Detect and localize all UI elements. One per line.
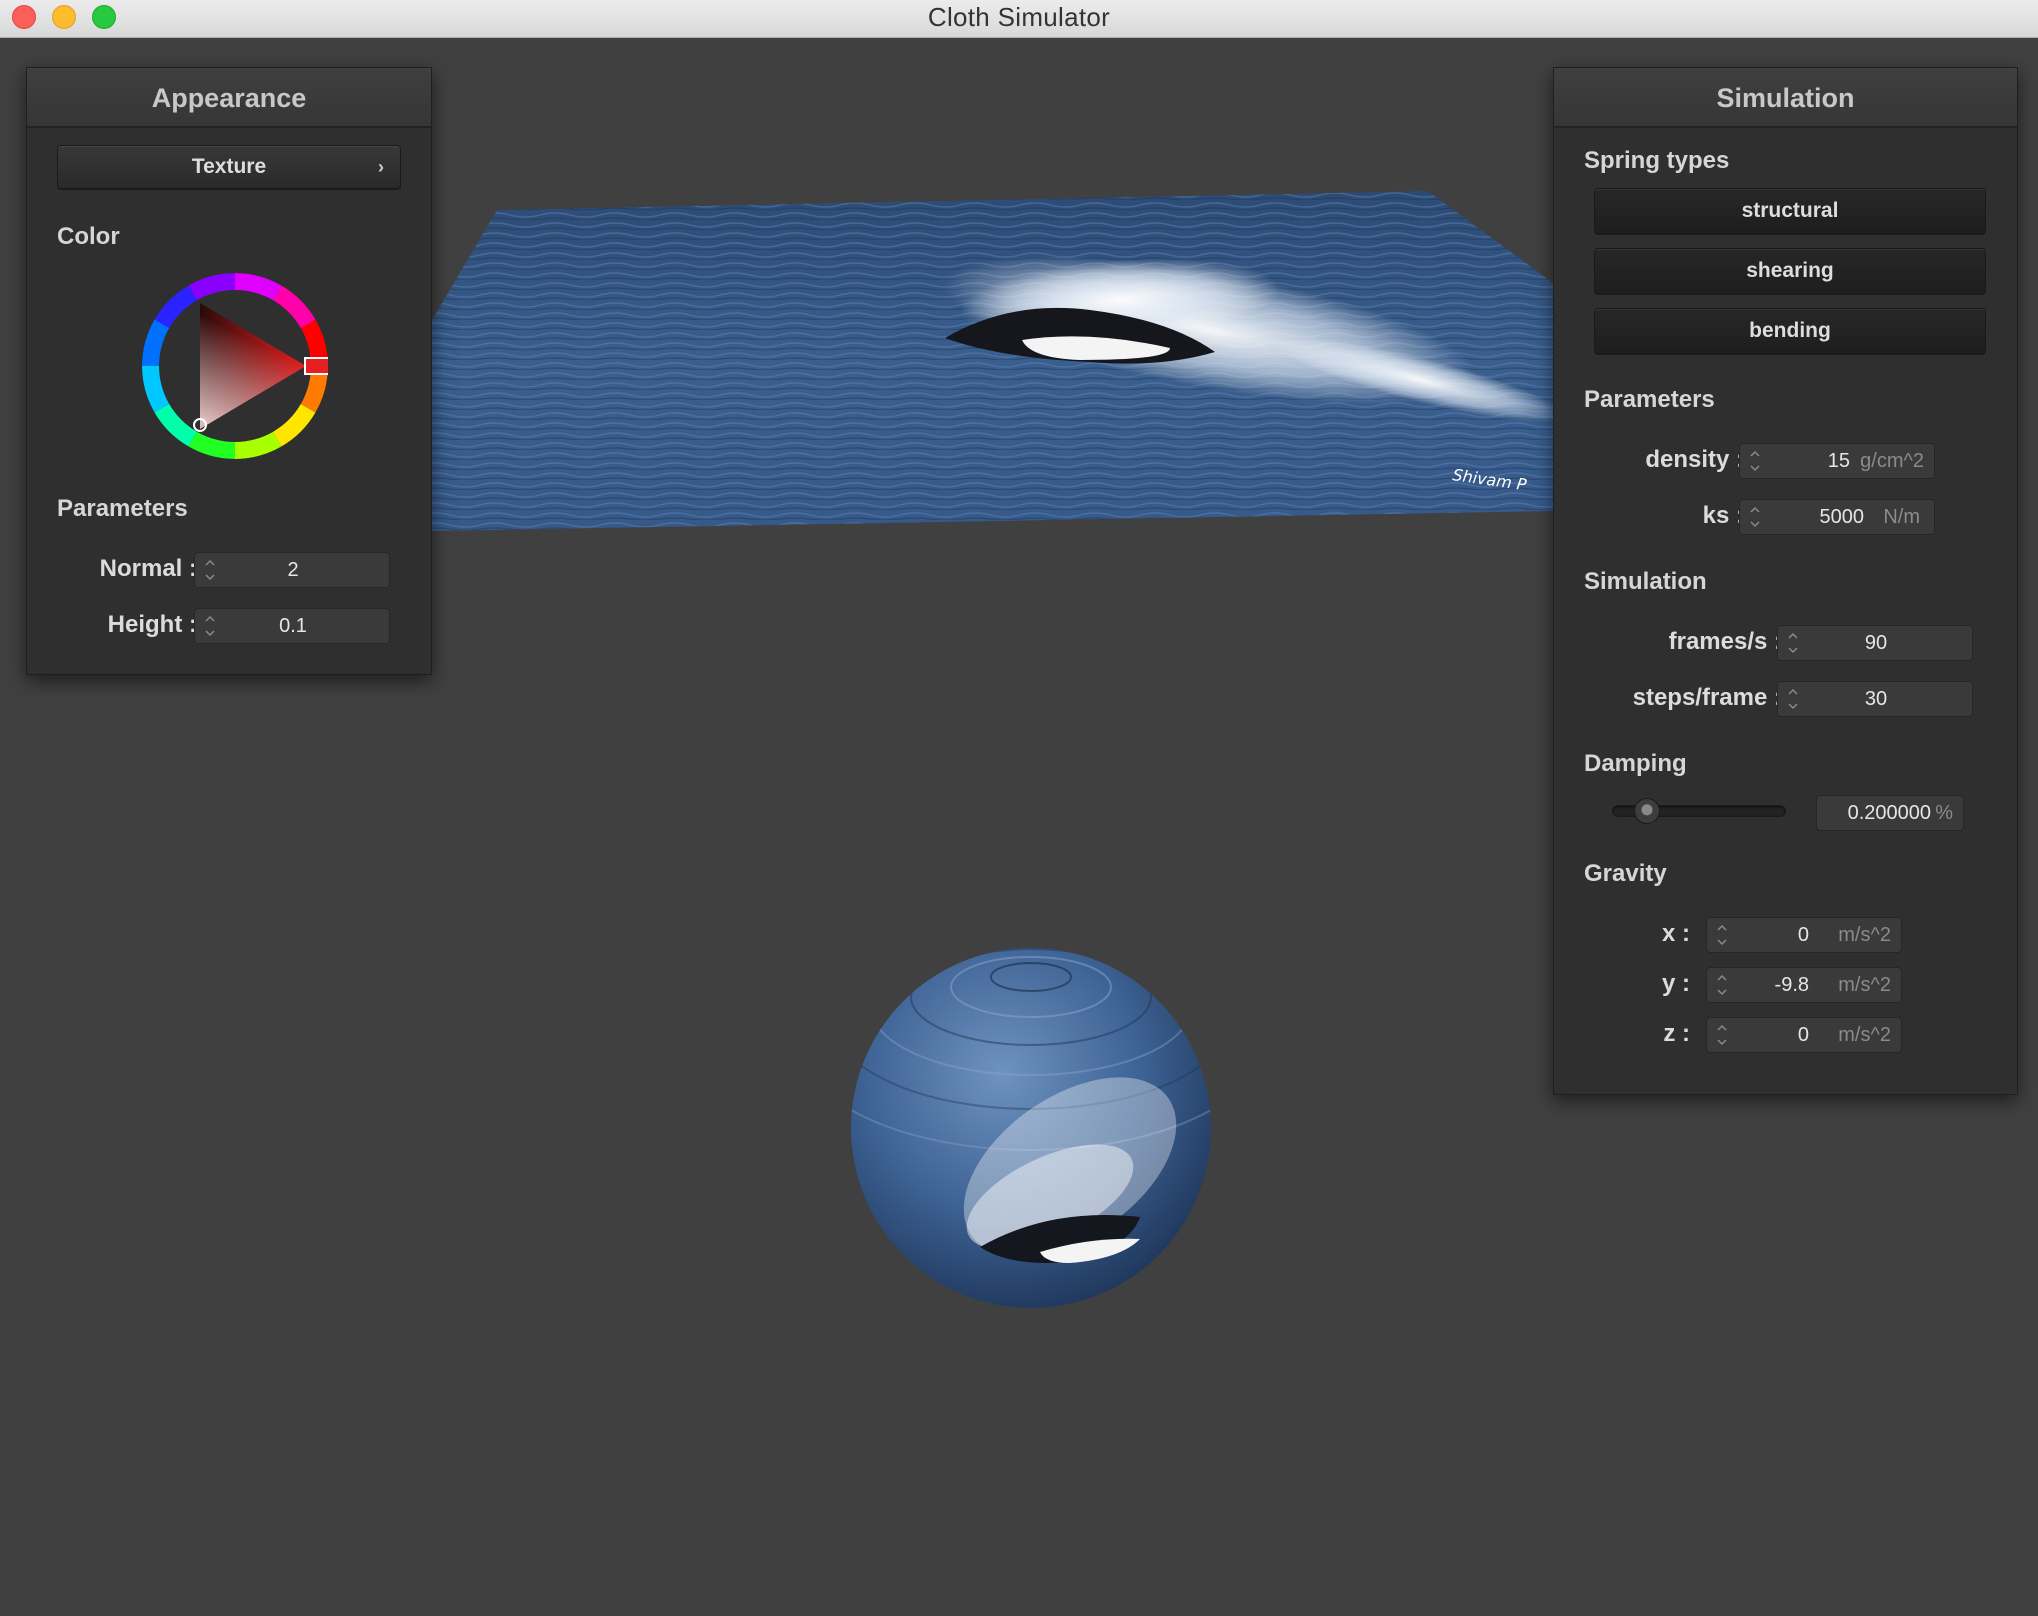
- simulation-section-label: Simulation: [1584, 568, 1707, 595]
- height-value: 0.1: [279, 615, 307, 637]
- gravity-y-label: y :: [1661, 970, 1690, 997]
- collision-sphere[interactable]: [850, 947, 1212, 1309]
- hue-selector[interactable]: [304, 357, 328, 375]
- spring-types-label: Spring types: [1584, 147, 1730, 174]
- fps-label: frames/s :: [1668, 628, 1782, 655]
- stepper-arrows-icon[interactable]: [1715, 921, 1729, 949]
- damping-value: 0.200000: [1847, 802, 1931, 824]
- fps-value: 90: [1864, 632, 1888, 654]
- gravity-z-label: z :: [1663, 1020, 1690, 1047]
- appearance-parameters-label: Parameters: [57, 495, 188, 522]
- ks-label: ks :: [1702, 502, 1744, 529]
- appearance-header[interactable]: Appearance: [27, 68, 431, 128]
- gravity-x-unit: m/s^2: [1838, 924, 1891, 946]
- gravity-label: Gravity: [1584, 860, 1667, 887]
- gravity-x-value: 0: [1797, 924, 1809, 946]
- gravity-y-spinbox[interactable]: -9.8 m/s^2: [1706, 967, 1902, 1003]
- simulation-panel: Simulation Spring types structural shear…: [1553, 67, 2018, 1095]
- simulation-header[interactable]: Simulation: [1554, 68, 2017, 128]
- gravity-z-unit: m/s^2: [1838, 1024, 1891, 1046]
- gravity-x-spinbox[interactable]: 0 m/s^2: [1706, 917, 1902, 953]
- window-title: Cloth Simulator: [927, 2, 1111, 32]
- ks-unit: N/m: [1883, 506, 1920, 528]
- ks-spinbox[interactable]: 5000 N/m: [1739, 499, 1935, 535]
- color-label: Color: [57, 223, 120, 250]
- damping-label: Damping: [1584, 750, 1687, 777]
- stepper-arrows-icon[interactable]: [1748, 447, 1762, 475]
- density-unit: g/cm^2: [1860, 450, 1924, 472]
- stepper-arrows-icon[interactable]: [1748, 503, 1762, 531]
- fps-spinbox[interactable]: 90: [1777, 625, 1973, 661]
- texture-button[interactable]: Texture ›: [57, 145, 401, 189]
- normal-spinbox[interactable]: 2: [194, 552, 390, 588]
- density-label: density :: [1645, 446, 1744, 473]
- appearance-panel: Appearance Texture › Color Parameters No…: [26, 67, 432, 675]
- steps-spinbox[interactable]: 30: [1777, 681, 1973, 717]
- gravity-y-value: -9.8: [1774, 974, 1809, 996]
- spring-structural-toggle[interactable]: structural: [1594, 188, 1986, 234]
- gravity-z-spinbox[interactable]: 0 m/s^2: [1706, 1017, 1902, 1053]
- texture-button-label: Texture: [191, 155, 267, 178]
- steps-label: steps/frame :: [1632, 684, 1782, 711]
- color-wheel[interactable]: [142, 273, 328, 459]
- normal-label: Normal :: [99, 555, 197, 582]
- steps-value: 30: [1864, 688, 1888, 710]
- gravity-x-label: x :: [1661, 920, 1690, 947]
- stepper-arrows-icon[interactable]: [1715, 971, 1729, 999]
- damping-slider-knob[interactable]: [1633, 798, 1660, 824]
- gravity-y-unit: m/s^2: [1838, 974, 1891, 996]
- normal-value: 2: [287, 559, 299, 581]
- ks-value: 5000: [1819, 506, 1865, 528]
- density-spinbox[interactable]: 15 g/cm^2: [1739, 443, 1935, 479]
- damping-field[interactable]: 0.200000 %: [1816, 795, 1964, 831]
- stepper-arrows-icon[interactable]: [1715, 1021, 1729, 1049]
- spring-bending-toggle[interactable]: bending: [1594, 308, 1986, 354]
- density-value: 15: [1827, 450, 1850, 472]
- chevron-right-icon: ›: [378, 157, 384, 177]
- sim-parameters-label: Parameters: [1584, 386, 1715, 413]
- height-label: Height :: [107, 611, 197, 638]
- title-bar: Cloth Simulator: [0, 0, 2038, 38]
- gravity-z-value: 0: [1797, 1024, 1809, 1046]
- height-spinbox[interactable]: 0.1: [194, 608, 390, 644]
- damping-unit: %: [1935, 802, 1953, 824]
- spring-shearing-toggle[interactable]: shearing: [1594, 248, 1986, 294]
